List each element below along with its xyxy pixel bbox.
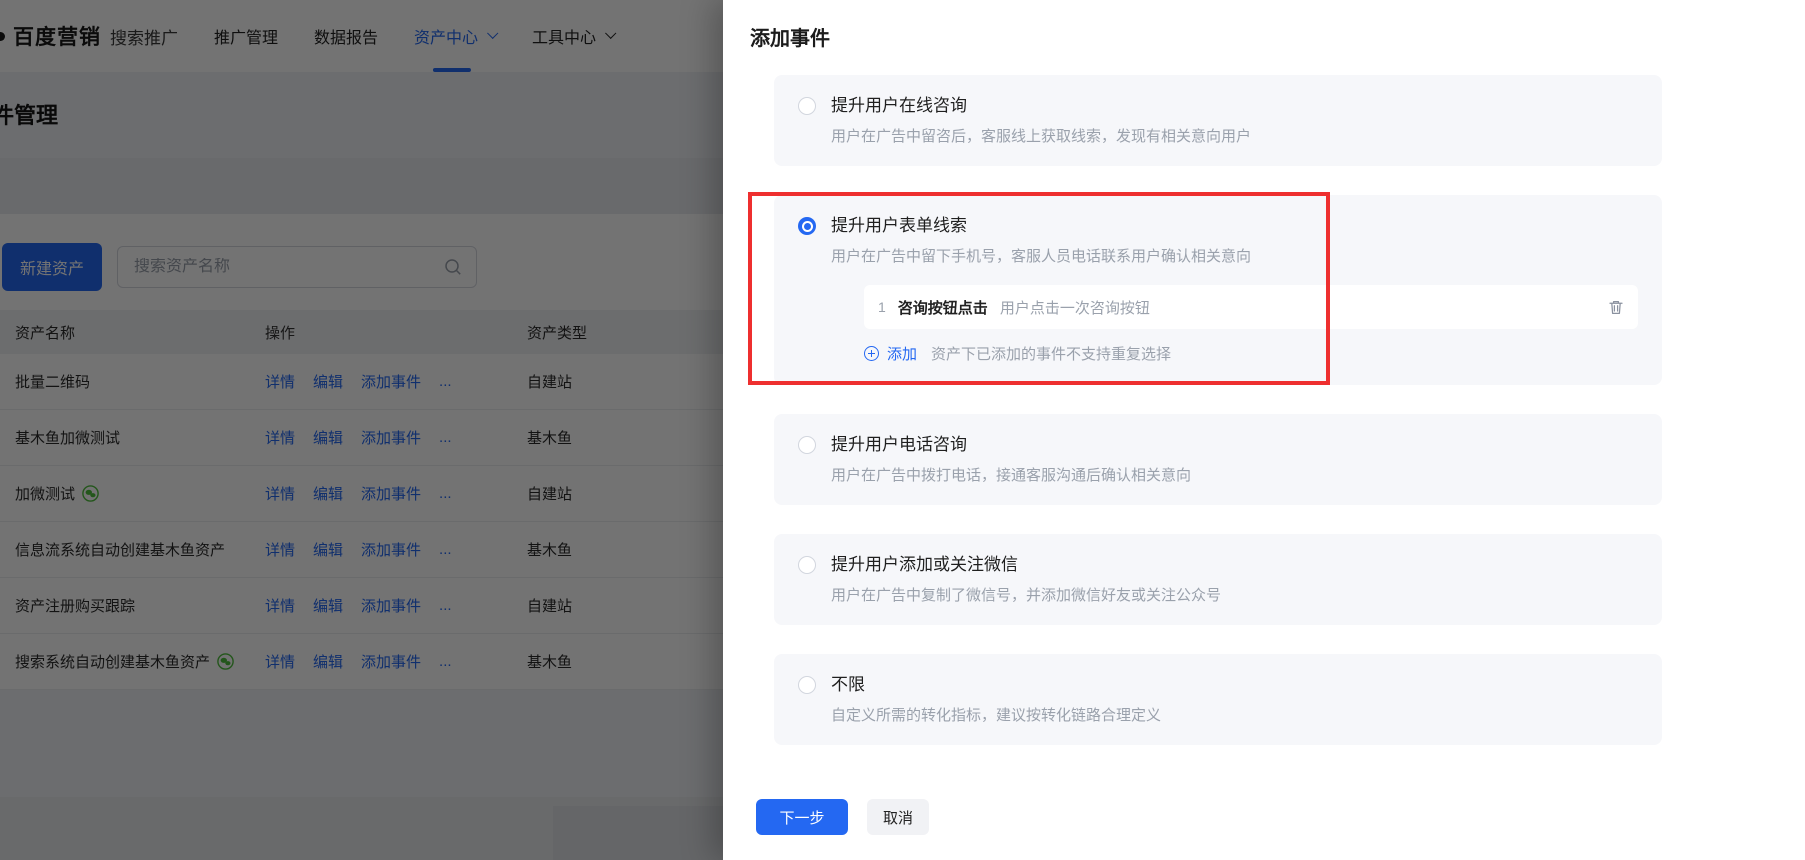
added-event-row: 1 咨询按钮点击 用户点击一次咨询按钮 (864, 285, 1638, 329)
event-index: 1 (878, 299, 886, 315)
delete-event-icon[interactable] (1608, 299, 1624, 316)
option-desc: 用户在广告中留咨后，客服线上获取线索，发现有相关意向用户 (831, 126, 1638, 147)
event-name: 咨询按钮点击 (898, 297, 988, 318)
radio-unselected[interactable] (798, 436, 816, 454)
add-event-action-row: 添加 资产下已添加的事件不支持重复选择 (864, 343, 1638, 364)
add-event-drawer: 添加事件 提升用户在线咨询 用户在广告中留咨后，客服线上获取线索，发现有相关意向… (723, 0, 1805, 860)
radio-unselected[interactable] (798, 97, 816, 115)
add-note: 资产下已添加的事件不支持重复选择 (931, 343, 1171, 364)
drawer-title: 添加事件 (723, 0, 1805, 51)
plus-circle-icon[interactable] (864, 346, 879, 361)
option-desc: 自定义所需的转化指标，建议按转化链路合理定义 (831, 705, 1638, 726)
option-title: 提升用户添加或关注微信 (831, 553, 1638, 577)
option-unlimited[interactable]: 不限 自定义所需的转化指标，建议按转化链路合理定义 (774, 654, 1662, 745)
add-button[interactable]: 添加 (887, 343, 917, 364)
option-desc: 用户在广告中留下手机号，客服人员电话联系用户确认相关意向 (831, 246, 1638, 267)
radio-unselected[interactable] (798, 676, 816, 694)
cancel-button[interactable]: 取消 (867, 799, 929, 835)
next-step-button[interactable]: 下一步 (756, 799, 848, 835)
radio-unselected[interactable] (798, 556, 816, 574)
option-title: 提升用户表单线索 (831, 214, 1638, 238)
option-title: 提升用户电话咨询 (831, 433, 1638, 457)
option-form-lead[interactable]: 提升用户表单线索 用户在广告中留下手机号，客服人员电话联系用户确认相关意向 1 … (774, 195, 1662, 385)
event-desc: 用户点击一次咨询按钮 (1000, 297, 1596, 318)
option-online-consult[interactable]: 提升用户在线咨询 用户在广告中留咨后，客服线上获取线索，发现有相关意向用户 (774, 75, 1662, 166)
option-title: 不限 (831, 673, 1638, 697)
option-title: 提升用户在线咨询 (831, 94, 1638, 118)
option-desc: 用户在广告中拨打电话，接通客服沟通后确认相关意向 (831, 465, 1638, 486)
option-desc: 用户在广告中复制了微信号，并添加微信好友或关注公众号 (831, 585, 1638, 606)
radio-selected[interactable] (798, 217, 816, 235)
option-phone-consult[interactable]: 提升用户电话咨询 用户在广告中拨打电话，接通客服沟通后确认相关意向 (774, 414, 1662, 505)
drawer-footer: 下一步 取消 (723, 774, 1805, 860)
option-wechat-follow[interactable]: 提升用户添加或关注微信 用户在广告中复制了微信号，并添加微信好友或关注公众号 (774, 534, 1662, 625)
event-option-list: 提升用户在线咨询 用户在广告中留咨后，客服线上获取线索，发现有相关意向用户 提升… (774, 75, 1662, 745)
